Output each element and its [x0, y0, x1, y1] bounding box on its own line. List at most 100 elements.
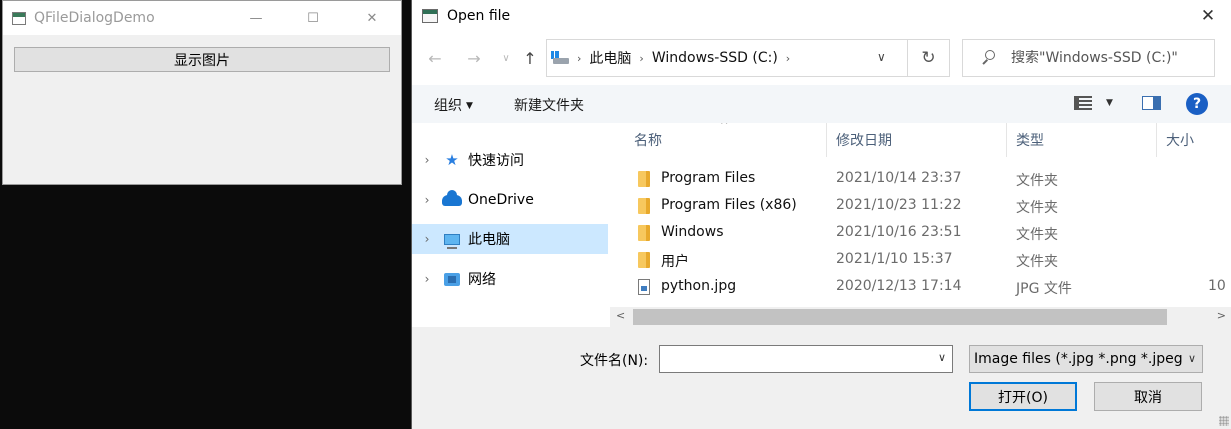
chevron-right-icon[interactable]: ›: [412, 153, 442, 167]
chevron-down-icon[interactable]: ∨: [877, 50, 886, 64]
dialog-title-bar: Open file ✕: [412, 0, 1231, 32]
nav-item-label: 快速访问: [468, 153, 524, 169]
up-button[interactable]: ↑: [520, 48, 540, 68]
file-row[interactable]: python.jpg 2020/12/13 17:14 JPG 文件 10: [610, 274, 1231, 300]
chevron-down-icon: ∨: [1187, 352, 1196, 365]
chevron-right-icon[interactable]: ›: [412, 232, 442, 246]
filename-input[interactable]: [660, 347, 930, 371]
open-file-dialog: Open file ✕ ← → ∨ ↑ › 此电脑 › Windows-SSD …: [411, 0, 1231, 429]
file-row[interactable]: Program Files (x86) 2021/10/23 11:22 文件夹: [610, 193, 1231, 219]
nav-item-onedrive[interactable]: › OneDrive: [412, 185, 608, 215]
show-image-button[interactable]: 显示图片: [14, 47, 390, 72]
network-icon: [442, 271, 462, 287]
maximize-button[interactable]: ☐: [290, 1, 336, 35]
file-name: python.jpg: [661, 278, 737, 294]
folder-icon: [638, 198, 650, 214]
search-box[interactable]: [962, 39, 1215, 77]
file-row[interactable]: 用户 2021/1/10 15:37 文件夹: [610, 247, 1231, 273]
close-icon: ✕: [1200, 6, 1216, 26]
column-header-date[interactable]: 修改日期: [836, 123, 892, 157]
file-type: 文件夹: [1016, 200, 1058, 216]
caret-down-icon: ▼: [466, 101, 473, 111]
arrow-right-icon: →: [467, 48, 481, 68]
filename-label: 文件名(N):: [580, 353, 649, 369]
caret-down-icon: ▼: [1106, 98, 1113, 108]
recent-locations-button[interactable]: ∨: [496, 48, 516, 68]
forward-button[interactable]: →: [464, 48, 484, 68]
file-type: 文件夹: [1016, 173, 1058, 189]
file-name: Program Files (x86): [661, 197, 797, 213]
refresh-icon: ↻: [921, 48, 936, 68]
navigation-pane: › ★ 快速访问 › OneDrive › 此电脑 › 网络: [412, 123, 610, 327]
qt-title-bar: QFileDialogDemo — ☐ ✕: [3, 1, 401, 35]
arrow-up-icon: ↑: [523, 48, 537, 68]
scrollbar-thumb[interactable]: [633, 309, 1167, 325]
file-date: 2020/12/13 17:14: [836, 278, 962, 294]
scroll-left-icon[interactable]: <: [616, 309, 625, 322]
organize-label: 组织: [434, 98, 462, 114]
open-button[interactable]: 打开(O): [969, 382, 1077, 411]
file-name: Windows: [661, 224, 724, 240]
view-options-button[interactable]: ▼: [1074, 96, 1113, 110]
file-type-filter-select[interactable]: Image files (*.jpg *.png *.jpeg) ∨: [969, 345, 1203, 373]
cancel-button[interactable]: 取消: [1094, 382, 1202, 411]
close-button[interactable]: ✕: [349, 1, 395, 35]
nav-item-this-pc[interactable]: › 此电脑: [412, 224, 608, 254]
folder-icon: [638, 252, 650, 268]
folder-icon: [638, 225, 650, 241]
column-header-type[interactable]: 类型: [1016, 123, 1044, 157]
search-icon: [979, 48, 999, 68]
file-date: 2021/10/23 11:22: [836, 197, 962, 213]
column-divider[interactable]: [826, 123, 827, 157]
help-icon[interactable]: ?: [1186, 93, 1208, 115]
breadcrumb-this-pc[interactable]: 此电脑: [589, 48, 631, 68]
file-row[interactable]: Program Files 2021/10/14 23:37 文件夹: [610, 166, 1231, 192]
organize-button[interactable]: 组织 ▼: [434, 95, 473, 115]
address-bar[interactable]: › 此电脑 › Windows-SSD (C:) › ∨: [546, 39, 908, 77]
preview-pane-icon[interactable]: [1142, 96, 1161, 110]
file-type-filter-value: Image files (*.jpg *.png *.jpeg): [974, 351, 1182, 367]
nav-item-quick-access[interactable]: › ★ 快速访问: [412, 145, 608, 175]
file-date: 2021/1/10 15:37: [836, 251, 953, 267]
dialog-title: Open file: [447, 8, 511, 24]
chevron-down-icon[interactable]: ∨: [938, 351, 946, 364]
column-divider[interactable]: [1006, 123, 1007, 157]
column-header-size[interactable]: 大小: [1166, 123, 1194, 157]
sort-ascending-icon: ^: [720, 123, 729, 131]
search-input[interactable]: [1011, 50, 1211, 66]
horizontal-scrollbar[interactable]: < >: [610, 307, 1231, 327]
new-folder-button[interactable]: 新建文件夹: [514, 95, 584, 115]
breadcrumb-drive-c[interactable]: Windows-SSD (C:): [652, 50, 778, 66]
file-date: 2021/10/16 23:51: [836, 224, 962, 240]
resize-grip-icon[interactable]: [1219, 416, 1229, 426]
dialog-close-button[interactable]: ✕: [1185, 0, 1231, 32]
cloud-icon: [442, 189, 462, 208]
scroll-right-icon[interactable]: >: [1217, 309, 1226, 322]
star-icon: ★: [445, 151, 459, 169]
file-row[interactable]: Windows 2021/10/16 23:51 文件夹: [610, 220, 1231, 246]
file-list: ^ 名称 修改日期 类型 大小 Program Files 2021/10/14…: [610, 123, 1231, 327]
nav-item-label: OneDrive: [468, 192, 534, 208]
back-button[interactable]: ←: [425, 48, 445, 68]
breadcrumb-separator-icon: ›: [577, 51, 582, 65]
file-date: 2021/10/14 23:37: [836, 170, 962, 186]
qt-demo-window: QFileDialogDemo — ☐ ✕ 显示图片: [2, 0, 402, 185]
image-file-icon: [638, 279, 650, 295]
filename-combobox[interactable]: ∨: [659, 345, 953, 373]
breadcrumb-separator-icon: ›: [639, 51, 644, 65]
navigation-bar: ← → ∨ ↑ › 此电脑 › Windows-SSD (C:) › ∨ ↻: [412, 38, 1231, 78]
column-divider[interactable]: [1156, 123, 1157, 157]
details-view-icon: [1074, 96, 1092, 110]
minimize-button[interactable]: —: [233, 1, 279, 35]
refresh-button[interactable]: ↻: [908, 39, 950, 77]
breadcrumb-separator-icon[interactable]: ›: [786, 52, 790, 65]
drive-icon: [551, 51, 569, 65]
dialog-window-icon: [422, 9, 438, 23]
chevron-right-icon[interactable]: ›: [412, 193, 442, 207]
dialog-footer: 文件名(N): ∨ Image files (*.jpg *.png *.jpe…: [412, 327, 1231, 429]
maximize-icon: ☐: [307, 10, 319, 26]
column-header-name[interactable]: 名称: [634, 123, 662, 157]
column-headers: ^ 名称 修改日期 类型 大小: [610, 123, 1231, 157]
chevron-right-icon[interactable]: ›: [412, 272, 442, 286]
nav-item-network[interactable]: › 网络: [412, 264, 608, 294]
